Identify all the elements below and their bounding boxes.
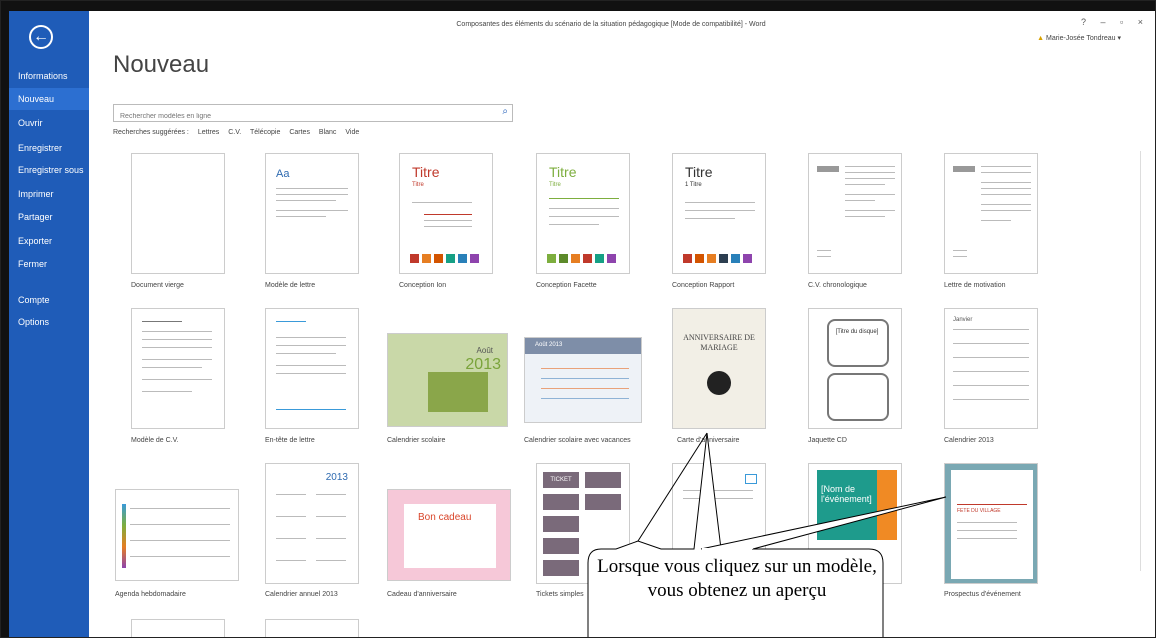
speech-callout xyxy=(587,432,947,637)
app-window: ← Informations Nouveau Ouvrir Enregistre… xyxy=(0,0,1156,638)
callout-text: Lorsque vous cliquez sur un modèle, vous… xyxy=(597,556,877,601)
